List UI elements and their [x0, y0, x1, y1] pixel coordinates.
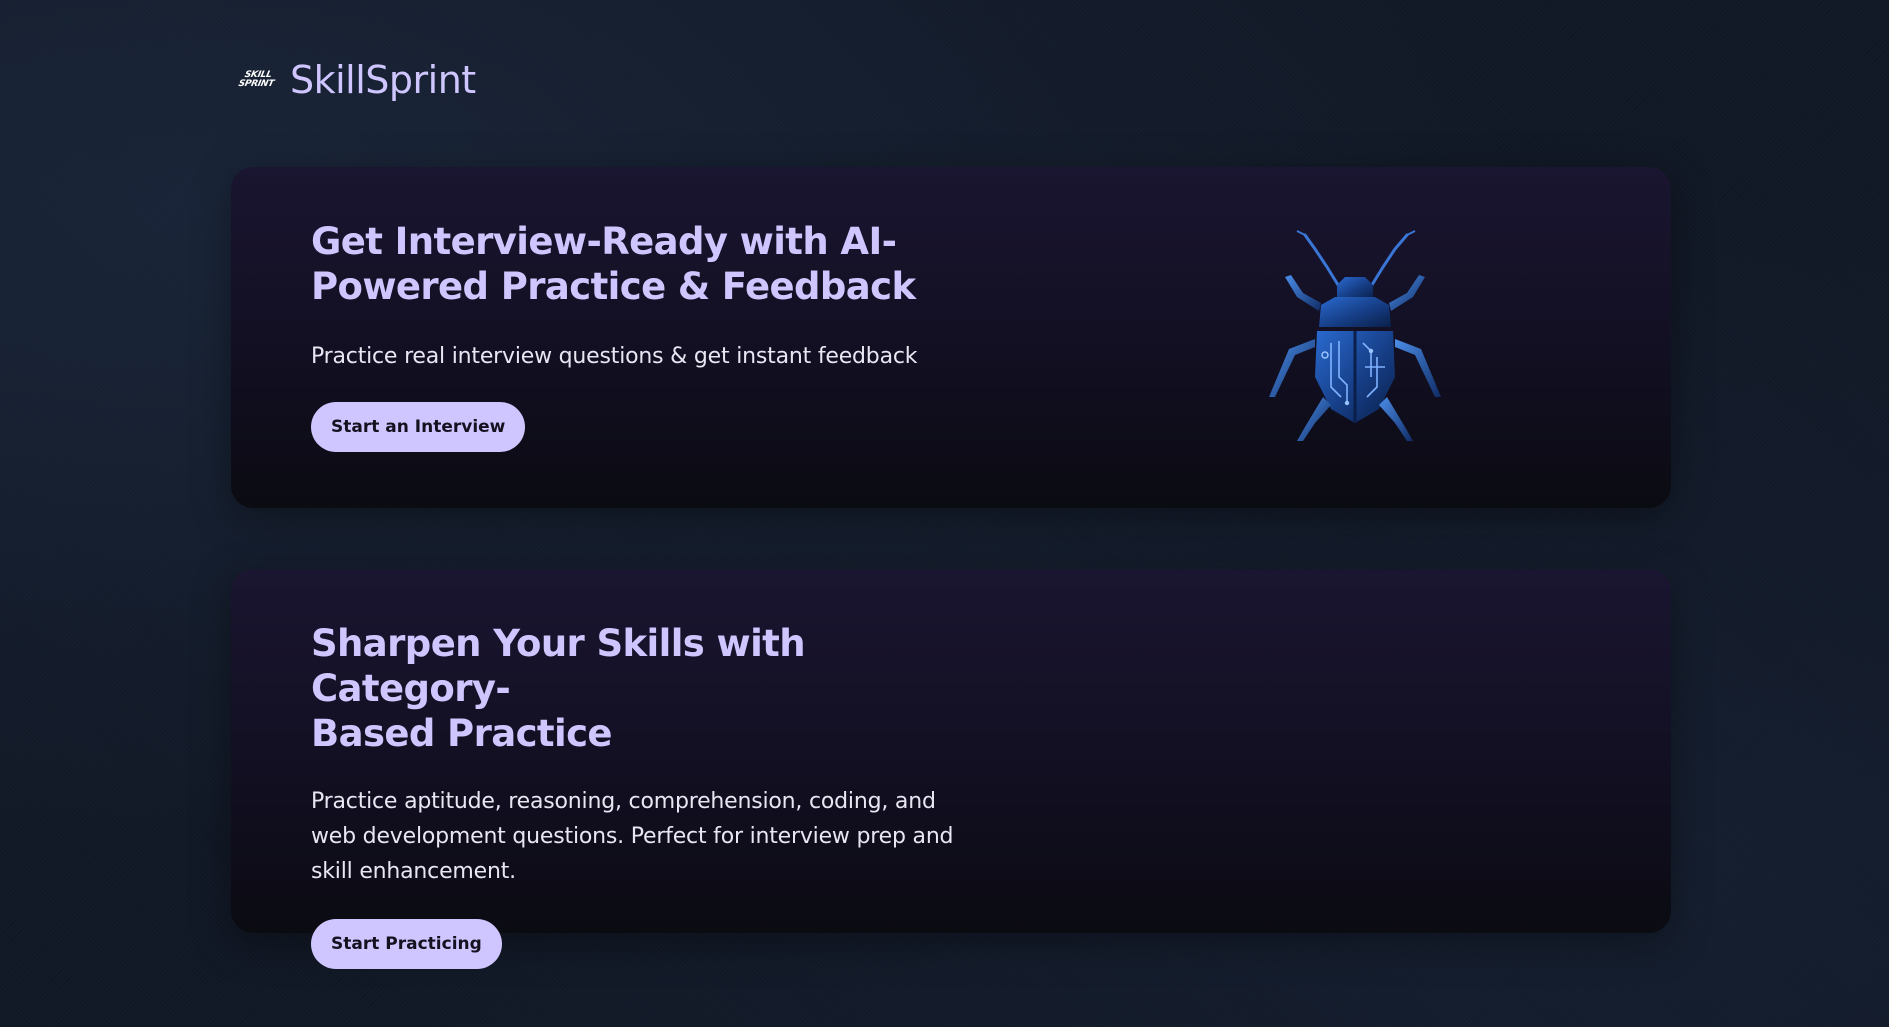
category-practice-description-line1: Practice aptitude, reasoning, comprehens… [311, 789, 936, 814]
interview-card-title-line2: Powered Practice & Feedback [311, 265, 916, 308]
category-practice-card: Sharpen Your Skills with Category- Based … [231, 569, 1671, 969]
brand-header: SKILL SPRINT SkillSprint [236, 58, 476, 102]
circuit-beetle-icon [1269, 230, 1441, 441]
category-practice-card-content: Sharpen Your Skills with Category- Based … [311, 621, 971, 969]
category-practice-description-line3: skill enhancement. [311, 859, 516, 884]
interview-card-title: Get Interview-Ready with AI- Powered Prac… [311, 219, 971, 309]
category-practice-card-title-line2: Based Practice [311, 712, 613, 755]
brand-logo[interactable]: SKILL SPRINT [233, 65, 281, 95]
category-practice-description-line2: web development questions. Perfect for i… [311, 824, 954, 849]
start-practicing-button[interactable]: Start Practicing [311, 919, 502, 969]
interview-card-content: Get Interview-Ready with AI- Powered Prac… [311, 219, 971, 452]
interview-card-description: Practice real interview questions & get … [311, 344, 918, 369]
start-interview-button[interactable]: Start an Interview [311, 402, 526, 452]
brand-name[interactable]: SkillSprint [290, 58, 476, 102]
category-practice-card-description: Practice aptitude, reasoning, comprehens… [311, 784, 971, 889]
category-practice-card-title: Sharpen Your Skills with Category- Based … [311, 621, 971, 756]
category-practice-card-title-line1: Sharpen Your Skills with Category- [311, 622, 806, 710]
brand-logo-line2: SPRINT [237, 79, 275, 89]
interview-card: Get Interview-Ready with AI- Powered Prac… [231, 167, 1671, 508]
interview-card-title-line1: Get Interview-Ready with AI- [311, 220, 897, 263]
